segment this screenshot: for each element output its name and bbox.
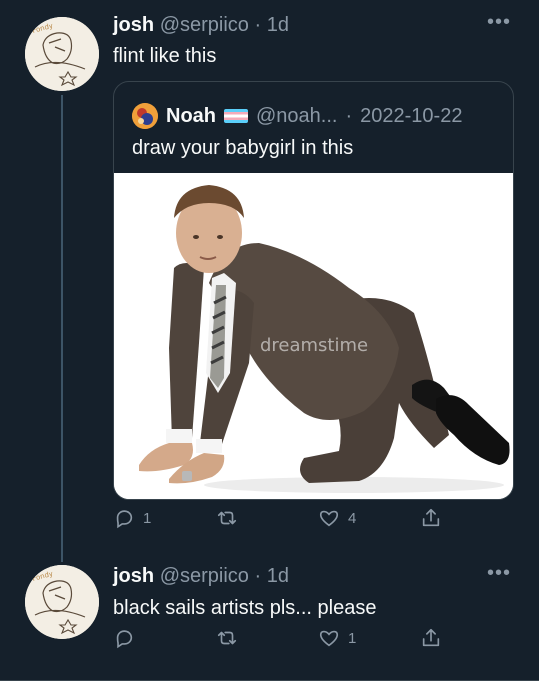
share-icon [422,628,440,647]
thread-line [61,95,63,562]
share-button[interactable] [420,627,442,649]
timestamp[interactable]: 1d [267,565,289,587]
tweet-text: black sails artists pls... please [113,597,377,619]
quote-user-handle[interactable]: @noah... [256,105,337,128]
tweet[interactable]: Fondy josh @serpiico · 1d ••• flint like… [0,0,539,562]
quote-display-name[interactable]: Noah [166,105,216,128]
share-icon [422,508,440,527]
retweet-icon [217,631,237,645]
user-handle[interactable]: @serpiico [160,14,249,36]
heart-icon [319,510,339,527]
display-name[interactable]: josh [113,14,154,36]
tweet-text: flint like this [113,45,217,67]
retweet-button[interactable] [216,627,246,649]
avatar[interactable]: Fondy [25,565,99,639]
tweet-actions: 1 [113,627,443,657]
avatar-drawing-icon: Fondy [25,565,99,639]
like-count: 1 [348,629,357,647]
quote-tweet[interactable]: Noah @noah... · 2022-10-22 draw your bab… [113,81,514,500]
reply-button[interactable]: 1 [113,507,151,529]
tweet[interactable]: Fondy josh @serpiico · 1d ••• black sail… [0,562,539,681]
tweet-actions: 1 4 [113,507,443,537]
quote-avatar[interactable] [132,103,158,129]
avatar-drawing-icon: Fondy [25,17,99,91]
tweet-header: josh @serpiico · 1d [113,14,289,37]
more-options-icon[interactable]: ••• [487,11,511,34]
tweet-header: josh @serpiico · 1d [113,565,289,588]
timestamp[interactable]: 1d [267,14,289,36]
quote-date[interactable]: 2022-10-22 [360,105,462,128]
retweet-icon [217,511,237,525]
display-name[interactable]: josh [113,565,154,587]
like-count: 4 [348,509,357,527]
separator: · [254,14,262,36]
more-options-icon[interactable]: ••• [487,562,511,585]
quote-separator: · [345,104,353,127]
man-on-all-fours-photo: dreamstime [114,173,513,499]
like-button[interactable]: 1 [318,627,356,649]
reply-icon [116,630,133,649]
retweet-button[interactable] [216,507,246,529]
separator: · [254,565,262,587]
reply-icon [116,510,133,529]
quote-text: draw your babygirl in this [132,137,354,159]
quote-photo[interactable]: dreamstime [114,173,513,499]
character-avatar-icon [132,103,158,129]
user-handle[interactable]: @serpiico [160,565,249,587]
reply-count: 1 [143,509,152,527]
quote-header: Noah @noah... · 2022-10-22 [132,103,462,129]
trans-flag-icon [224,109,248,123]
avatar[interactable]: Fondy [25,17,99,91]
heart-icon [319,630,339,647]
photo-watermark: dreamstime [260,335,368,356]
like-button[interactable]: 4 [318,507,356,529]
share-button[interactable] [420,507,442,529]
reply-button[interactable] [113,627,143,649]
